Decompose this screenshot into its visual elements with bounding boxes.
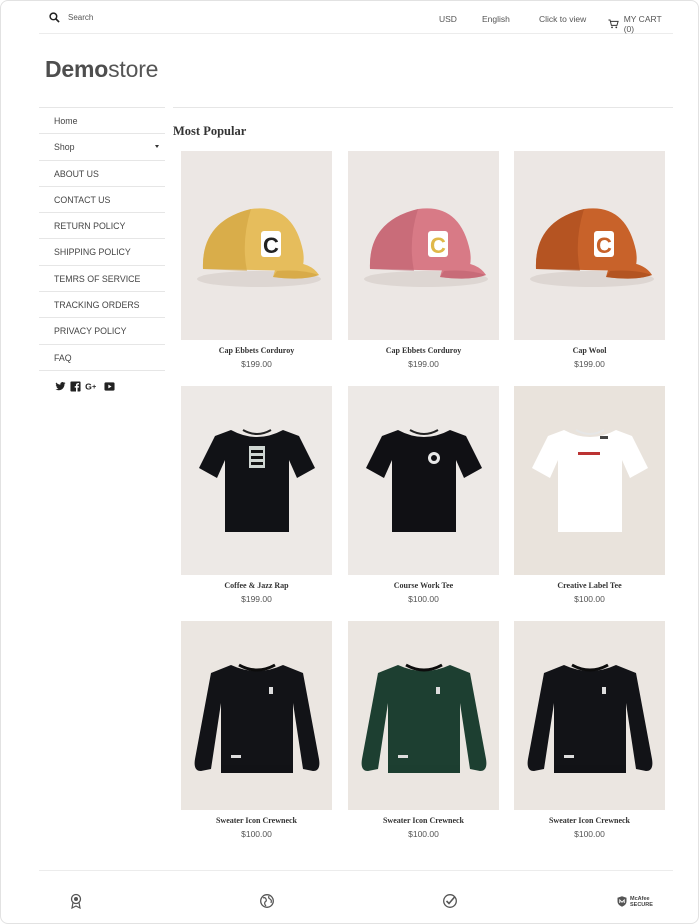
- section-title: Most Popular: [173, 124, 247, 138]
- product-price: $199.00: [241, 359, 272, 369]
- product-image[interactable]: [514, 386, 665, 575]
- product-price: $100.00: [574, 829, 605, 839]
- product-image[interactable]: C: [348, 151, 499, 340]
- product-name[interactable]: Sweater Icon Crewneck: [514, 816, 665, 825]
- google-plus-icon[interactable]: G +: [84, 380, 100, 392]
- sidebar-item-return-policy[interactable]: RETURN POLICY: [39, 213, 165, 240]
- mcafee-secure-label: SECURE: [630, 901, 653, 908]
- sidebar-item-label: CONTACT US: [54, 194, 111, 205]
- sidebar-item-faq[interactable]: FAQ: [39, 345, 165, 371]
- product-price: $100.00: [408, 829, 439, 839]
- store-logo[interactable]: Demostore: [45, 56, 158, 83]
- product-image[interactable]: [348, 621, 499, 810]
- product-image[interactable]: [181, 386, 332, 575]
- product-name[interactable]: Cap Ebbets Corduroy: [348, 346, 499, 355]
- product-price: $199.00: [574, 359, 605, 369]
- sidebar-item-label: TRACKING ORDERS: [54, 300, 140, 311]
- svg-text:C: C: [263, 233, 279, 258]
- product-card[interactable]: C Cap Wool $199.00: [514, 151, 665, 369]
- product-card[interactable]: Creative Label Tee $100.00: [514, 386, 665, 604]
- footer-divider: [39, 870, 673, 871]
- cart-label: MY CART (0): [623, 14, 662, 34]
- product-price: $199.00: [408, 359, 439, 369]
- logo-bold-text: Demo: [45, 56, 109, 82]
- cart-link[interactable]: MY CART (0): [608, 14, 673, 34]
- product-image[interactable]: C: [181, 151, 332, 340]
- sidebar-item-label: Shop: [54, 142, 75, 153]
- page-frame: USD English Click to view MY CART (0) De…: [0, 0, 699, 924]
- product-image[interactable]: C: [514, 151, 665, 340]
- sidebar-item-label: FAQ: [54, 352, 72, 363]
- social-links: G +: [54, 380, 115, 392]
- product-card[interactable]: C Cap Ebbets Corduroy $199.00: [348, 151, 499, 369]
- sidebar-item-tracking-orders[interactable]: TRACKING ORDERS: [39, 292, 165, 319]
- globe-icon: [259, 893, 275, 909]
- search-box[interactable]: [49, 12, 178, 23]
- product-name[interactable]: Cap Wool: [514, 346, 665, 355]
- sidebar-item-about-us[interactable]: ABOUT US: [39, 161, 165, 187]
- svg-text:+: +: [92, 381, 96, 390]
- svg-text:C: C: [596, 233, 612, 258]
- sidebar-nav: Home Shop ABOUT US CONTACT US RETURN POLICY S…: [39, 107, 165, 391]
- sidebar-item-label: SHIPPING POLICY: [54, 247, 131, 258]
- svg-text:G: G: [85, 381, 92, 391]
- sidebar-item-shipping-policy[interactable]: SHIPPING POLICY: [39, 239, 165, 266]
- sidebar-item-label: PRIVACY POLICY: [54, 326, 127, 337]
- sidebar-item-label: TEMRS OF SERVICE: [54, 273, 141, 284]
- product-image[interactable]: [514, 621, 665, 810]
- sidebar-item-temrs-of-service[interactable]: TEMRS OF SERVICE: [39, 266, 165, 293]
- logo-light-text: store: [108, 56, 159, 82]
- currency-selector[interactable]: USD: [439, 14, 457, 24]
- product-name[interactable]: Course Work Tee: [348, 581, 499, 590]
- search-icon[interactable]: [49, 12, 60, 23]
- product-name[interactable]: Cap Ebbets Corduroy: [181, 346, 332, 355]
- product-name[interactable]: Coffee & Jazz Rap: [181, 581, 332, 590]
- twitter-icon[interactable]: [54, 380, 66, 392]
- product-price: $199.00: [241, 594, 272, 604]
- check-circle-icon: [442, 893, 458, 909]
- main-divider: [173, 107, 673, 108]
- product-card[interactable]: Coffee & Jazz Rap $199.00: [181, 386, 332, 604]
- chevron-down-icon[interactable]: [155, 145, 159, 149]
- product-name[interactable]: Sweater Icon Crewneck: [181, 816, 332, 825]
- click-to-view-link[interactable]: Click to view: [539, 14, 586, 24]
- product-image[interactable]: [348, 386, 499, 575]
- top-bar: USD English Click to view MY CART (0): [39, 1, 673, 34]
- mcafee-secure-icon: McAfee SECURE: [616, 895, 653, 908]
- product-image[interactable]: [181, 621, 332, 810]
- product-price: $100.00: [241, 829, 272, 839]
- cart-icon: [608, 19, 619, 29]
- svg-text:C: C: [430, 233, 446, 258]
- product-price: $100.00: [574, 594, 605, 604]
- sidebar-item-label: RETURN POLICY: [54, 221, 126, 232]
- sidebar-item-contact-us[interactable]: CONTACT US: [39, 187, 165, 214]
- language-selector[interactable]: English: [482, 14, 510, 24]
- sidebar-item-home[interactable]: Home: [39, 108, 165, 135]
- sidebar-item-label: ABOUT US: [54, 168, 99, 179]
- sidebar-item-shop[interactable]: Shop: [39, 134, 165, 161]
- product-card[interactable]: Sweater Icon Crewneck $100.00: [181, 621, 332, 839]
- product-card[interactable]: Sweater Icon Crewneck $100.00: [348, 621, 499, 839]
- sidebar-item-label: Home: [54, 116, 78, 126]
- product-name[interactable]: Sweater Icon Crewneck: [348, 816, 499, 825]
- sidebar-item-privacy-policy[interactable]: PRIVACY POLICY: [39, 318, 165, 345]
- product-name[interactable]: Creative Label Tee: [514, 581, 665, 590]
- facebook-icon[interactable]: [69, 380, 81, 392]
- product-price: $100.00: [408, 594, 439, 604]
- product-card[interactable]: C Cap Ebbets Corduroy $199.00: [181, 151, 332, 369]
- award-icon: [68, 893, 84, 909]
- product-card[interactable]: Sweater Icon Crewneck $100.00: [514, 621, 665, 839]
- search-input[interactable]: [68, 13, 178, 22]
- product-card[interactable]: Course Work Tee $100.00: [348, 386, 499, 604]
- youtube-icon[interactable]: [103, 380, 115, 392]
